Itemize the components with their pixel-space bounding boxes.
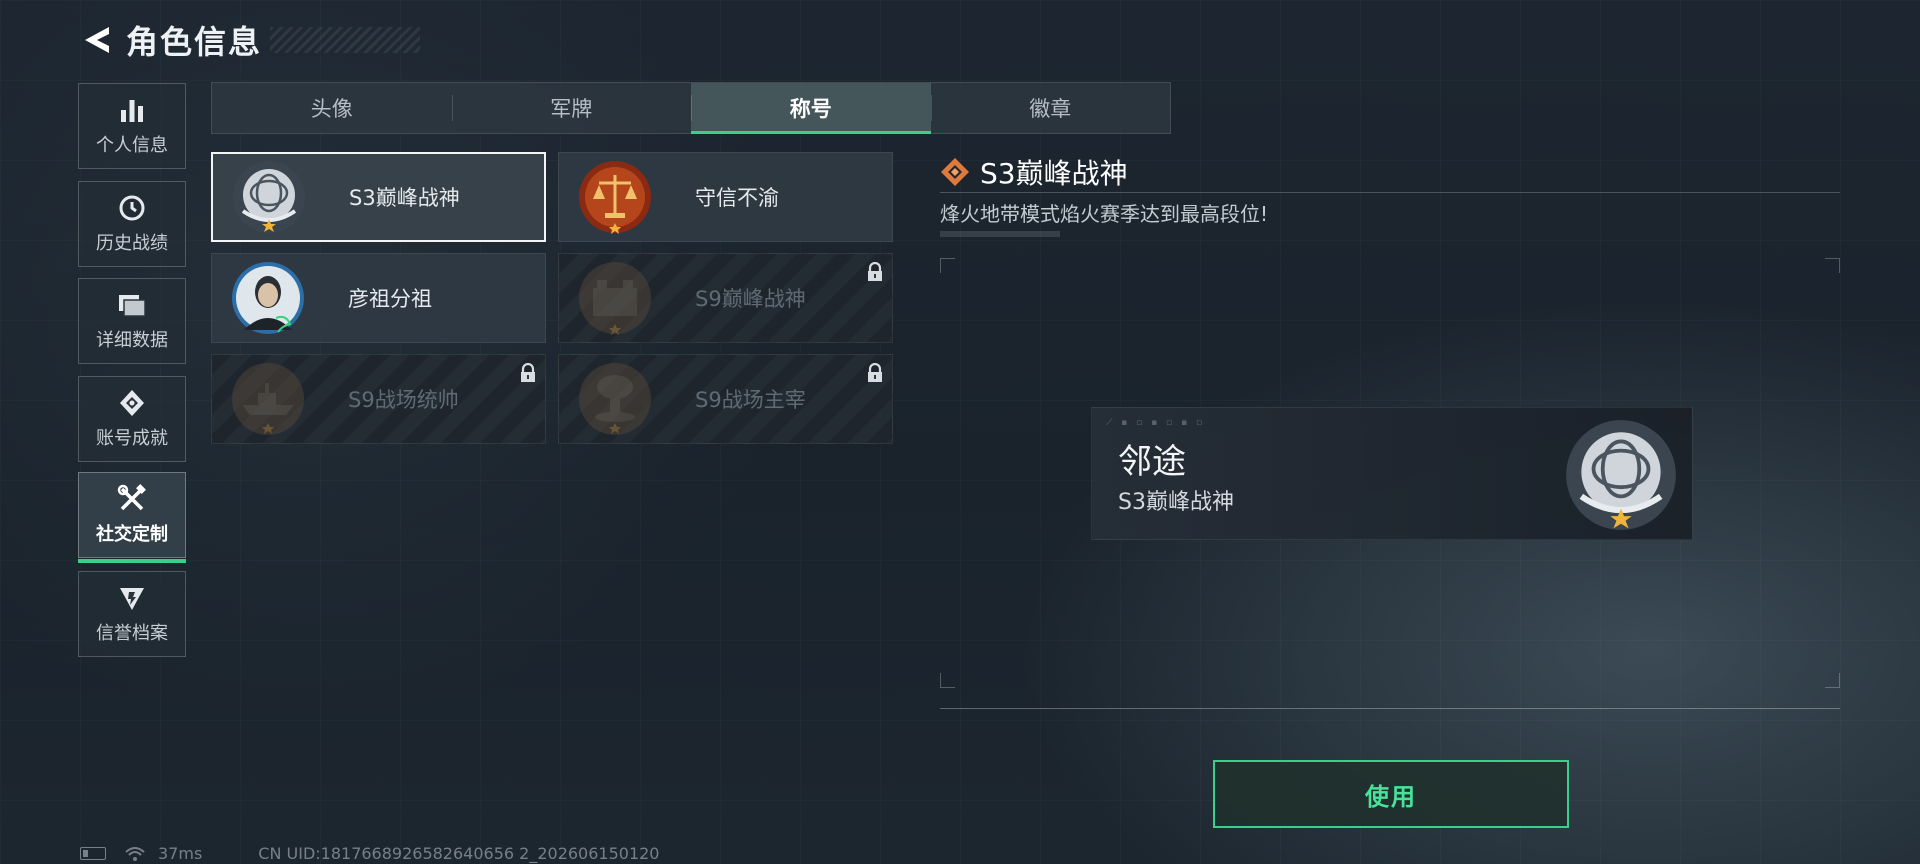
use-button-label: 使用 bbox=[1365, 782, 1417, 811]
page-title: 角色信息 bbox=[126, 23, 263, 61]
tools-icon bbox=[117, 484, 147, 514]
divider bbox=[940, 192, 1840, 193]
title-card-s9-dominator[interactable]: S9战场主宰 bbox=[558, 354, 893, 444]
title-name: S9战场统帅 bbox=[348, 388, 459, 412]
clock-icon bbox=[118, 193, 146, 223]
detail-description: 烽火地带模式焰火赛季达到最高段位! bbox=[940, 202, 1269, 226]
preview-title: S3巅峰战神 bbox=[1118, 490, 1234, 515]
globe-laurel-badge-icon bbox=[1566, 420, 1676, 530]
tab-title[interactable]: 称号 bbox=[691, 83, 931, 134]
tab-avatar[interactable]: 头像 bbox=[212, 83, 452, 133]
uid-text: CN UID:1817668926582640656 2_20260615012… bbox=[258, 844, 660, 863]
sidebar-item-history[interactable]: 历史战绩 bbox=[78, 181, 186, 267]
preview-decoration: ⟋ ▪ ▫ ▪ ▫ ▪ ▫ bbox=[1106, 418, 1206, 428]
bar-chart-icon bbox=[118, 95, 146, 125]
sidebar-item-label: 社交定制 bbox=[96, 524, 168, 545]
sidebar-item-detailed-data[interactable]: 详细数据 bbox=[78, 278, 186, 364]
title-card-yanzu[interactable]: 彦祖分祖 bbox=[211, 253, 546, 343]
sidebar-item-reputation[interactable]: 信誉档案 bbox=[78, 571, 186, 657]
folder-icon bbox=[117, 290, 147, 320]
status-bar: 37ms CN UID:1817668926582640656 2_202606… bbox=[80, 844, 659, 863]
header: 角色信息 bbox=[76, 16, 421, 64]
fortress-badge-icon bbox=[579, 262, 651, 335]
lock-icon bbox=[868, 262, 882, 281]
title-card-s9-commander[interactable]: S9战场统帅 bbox=[211, 354, 546, 444]
warship-badge-icon bbox=[232, 363, 304, 435]
latency-text: 37ms bbox=[158, 844, 203, 863]
divider bbox=[940, 708, 1840, 709]
globe-laurel-badge-icon bbox=[233, 161, 305, 233]
use-button[interactable]: 使用 bbox=[1213, 760, 1569, 828]
back-button[interactable] bbox=[76, 20, 116, 60]
back-arrow-icon bbox=[85, 27, 109, 53]
sidebar-item-label: 详细数据 bbox=[96, 330, 168, 351]
tab-dog-tag[interactable]: 军牌 bbox=[451, 83, 692, 133]
sidebar-item-label: 信誉档案 bbox=[96, 623, 168, 644]
tab-badge[interactable]: 徽章 bbox=[930, 83, 1171, 133]
title-card-trustworthy[interactable]: 守信不渝 bbox=[558, 152, 893, 242]
sidebar-item-label: 账号成就 bbox=[96, 428, 168, 449]
detail-header: S3巅峰战神 bbox=[940, 152, 1128, 192]
title-card-s3-peak-god[interactable]: S3巅峰战神 bbox=[211, 152, 546, 242]
scales-badge-icon bbox=[579, 161, 651, 234]
title-preview-card: ⟋ ▪ ▫ ▪ ▫ ▪ ▫ 邻途 S3巅峰战神 bbox=[1091, 407, 1693, 540]
lock-icon bbox=[521, 363, 535, 382]
achievement-icon bbox=[117, 388, 147, 418]
title-decoration bbox=[270, 27, 421, 53]
category-tabs: 头像 军牌 称号 徽章 bbox=[211, 82, 1171, 134]
description-decoration bbox=[940, 231, 1060, 237]
title-name: S9巅峰战神 bbox=[695, 287, 806, 311]
lock-icon bbox=[868, 363, 882, 382]
wifi-icon bbox=[125, 846, 145, 861]
sidebar-item-achievements[interactable]: 账号成就 bbox=[78, 376, 186, 462]
title-card-s9-peak-god[interactable]: S9巅峰战神 bbox=[558, 253, 893, 343]
detail-title: S3巅峰战神 bbox=[980, 157, 1128, 190]
sidebar-item-social-custom[interactable]: 社交定制 bbox=[78, 472, 186, 563]
sidebar-item-label: 历史战绩 bbox=[96, 233, 168, 254]
shield-badge-icon bbox=[117, 583, 147, 613]
title-name: S3巅峰战神 bbox=[349, 186, 460, 210]
rank-diamond-icon bbox=[941, 158, 969, 186]
portrait-badge-icon bbox=[232, 262, 304, 334]
sidebar-item-label: 个人信息 bbox=[96, 135, 168, 156]
battery-icon bbox=[80, 847, 106, 860]
title-name: 守信不渝 bbox=[695, 186, 779, 210]
preview-player-name: 邻途 bbox=[1118, 442, 1186, 482]
title-name: 彦祖分祖 bbox=[348, 287, 432, 311]
sidebar-item-personal-info[interactable]: 个人信息 bbox=[78, 83, 186, 169]
mushroom-cloud-badge-icon bbox=[579, 363, 651, 435]
title-name: S9战场主宰 bbox=[695, 388, 806, 412]
